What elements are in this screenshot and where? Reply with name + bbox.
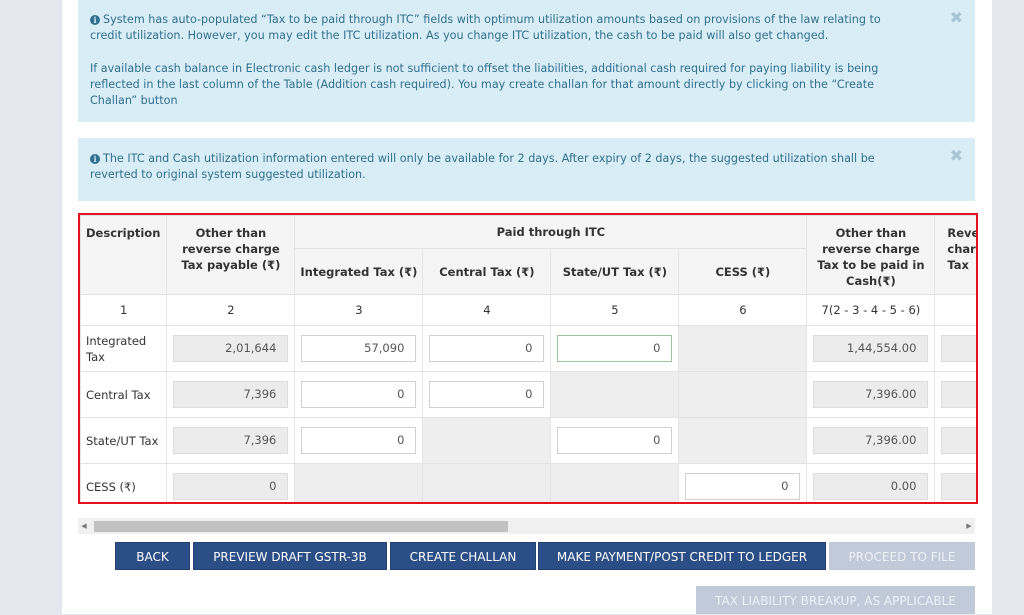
close-icon[interactable]: ✖ — [950, 147, 963, 164]
row-label: Integrated Tax — [80, 325, 168, 372]
cash-payable-field: 1,44,554.00 — [813, 335, 929, 362]
auto-populated-info-alert: i System has auto-populated “Tax to be pa… — [78, 0, 975, 122]
page-container: i System has auto-populated “Tax to be pa… — [62, 0, 992, 614]
preview-draft-gstr3b-button[interactable]: PREVIEW DRAFT GSTR-3B — [193, 542, 387, 570]
tax-payment-table-container: Description Other than reverse charge Ta… — [78, 213, 978, 504]
disabled-cell — [422, 417, 552, 464]
cash-payable-field: 7,396.00 — [813, 427, 929, 454]
table-row-central-tax: Central Tax 7,396 0 0 7,396.00 — [80, 371, 976, 418]
reverse-charge-field — [941, 381, 976, 408]
reverse-charge-field — [941, 427, 976, 454]
column-number: 2 — [166, 294, 296, 326]
itc-central-input[interactable]: 0 — [429, 335, 545, 362]
column-number: 7(2 - 3 - 4 - 5 - 6) — [806, 294, 936, 326]
cash-payable-field: 0.00 — [813, 473, 929, 500]
column-number: 5 — [550, 294, 680, 326]
cash-payable-field: 7,396.00 — [813, 381, 929, 408]
disabled-cell — [550, 463, 680, 502]
alert-text: The ITC and Cash utilization information… — [90, 152, 875, 182]
tax-payable-field: 2,01,644 — [173, 335, 289, 362]
itc-integrated-input[interactable]: 0 — [301, 427, 417, 454]
header-reverse-charge: Reverse charge Tax — [934, 215, 976, 295]
table-row-integrated-tax: Integrated Tax 2,01,644 57,090 0 0 1,44,… — [80, 325, 976, 372]
tax-liability-breakup-button[interactable]: TAX LIABILITY BREAKUP, AS APPLICABLE — [696, 586, 975, 614]
header-cess: CESS (₹) — [678, 248, 808, 295]
scroll-left-arrow-icon[interactable]: ◀ — [78, 518, 90, 534]
table-row-cess: CESS (₹) 0 0 0.00 — [80, 463, 976, 502]
header-state-ut-tax: State/UT Tax (₹) — [550, 248, 680, 295]
column-number — [934, 294, 976, 326]
itc-cess-input[interactable]: 0 — [685, 473, 801, 500]
column-number: 3 — [294, 294, 424, 326]
reverse-charge-field — [941, 473, 976, 500]
itc-central-input[interactable]: 0 — [429, 381, 545, 408]
tax-payable-field: 7,396 — [173, 427, 289, 454]
tax-payable-field: 7,396 — [173, 381, 289, 408]
disabled-cell — [678, 371, 808, 418]
header-tax-payable: Other than reverse charge Tax payable (₹… — [166, 215, 296, 295]
disabled-cell — [422, 463, 552, 502]
alert-text-1: System has auto-populated “Tax to be pai… — [90, 13, 881, 43]
disabled-cell — [678, 417, 808, 464]
disabled-cell — [550, 371, 680, 418]
scroll-right-arrow-icon[interactable]: ▶ — [963, 518, 975, 534]
itc-integrated-input[interactable]: 57,090 — [301, 335, 417, 362]
header-description: Description — [80, 215, 168, 295]
make-payment-button[interactable]: MAKE PAYMENT/POST CREDIT TO LEDGER — [538, 542, 826, 570]
disabled-cell — [294, 463, 424, 502]
alert-text-2: If available cash balance in Electronic … — [90, 61, 879, 108]
header-central-tax: Central Tax (₹) — [422, 248, 552, 295]
scrollbar-thumb[interactable] — [94, 521, 508, 532]
reverse-charge-field — [941, 335, 976, 362]
header-cash: Other than reverse charge Tax to be paid… — [806, 215, 936, 295]
itc-integrated-input[interactable]: 0 — [301, 381, 417, 408]
row-label: Central Tax — [80, 371, 168, 418]
info-icon: i — [90, 15, 100, 25]
header-paid-through-itc: Paid through ITC — [294, 215, 808, 249]
info-icon: i — [90, 154, 100, 164]
column-number: 1 — [80, 294, 168, 326]
horizontal-scrollbar[interactable]: ◀ ▶ — [78, 518, 975, 534]
create-challan-button[interactable]: CREATE CHALLAN — [390, 542, 536, 570]
back-button[interactable]: BACK — [115, 542, 190, 570]
column-number: 4 — [422, 294, 552, 326]
itc-state-ut-input[interactable]: 0 — [557, 427, 673, 454]
column-number-row: 1 2 3 4 5 6 7(2 - 3 - 4 - 5 - 6) — [80, 294, 976, 326]
table-row-state-ut-tax: State/UT Tax 7,396 0 0 7,396.00 — [80, 417, 976, 464]
tax-payment-table: Description Other than reverse charge Ta… — [80, 215, 976, 502]
close-icon[interactable]: ✖ — [950, 9, 963, 26]
header-integrated-tax: Integrated Tax (₹) — [294, 248, 424, 295]
expiry-info-alert: i The ITC and Cash utilization informatio… — [78, 138, 975, 201]
row-label: CESS (₹) — [80, 463, 168, 502]
tax-payable-field: 0 — [173, 473, 289, 500]
proceed-to-file-button[interactable]: PROCEED TO FILE — [829, 542, 975, 570]
column-number: 6 — [678, 294, 808, 326]
itc-state-ut-input[interactable]: 0 — [557, 335, 673, 362]
disabled-cell — [678, 325, 808, 372]
row-label: State/UT Tax — [80, 417, 168, 464]
